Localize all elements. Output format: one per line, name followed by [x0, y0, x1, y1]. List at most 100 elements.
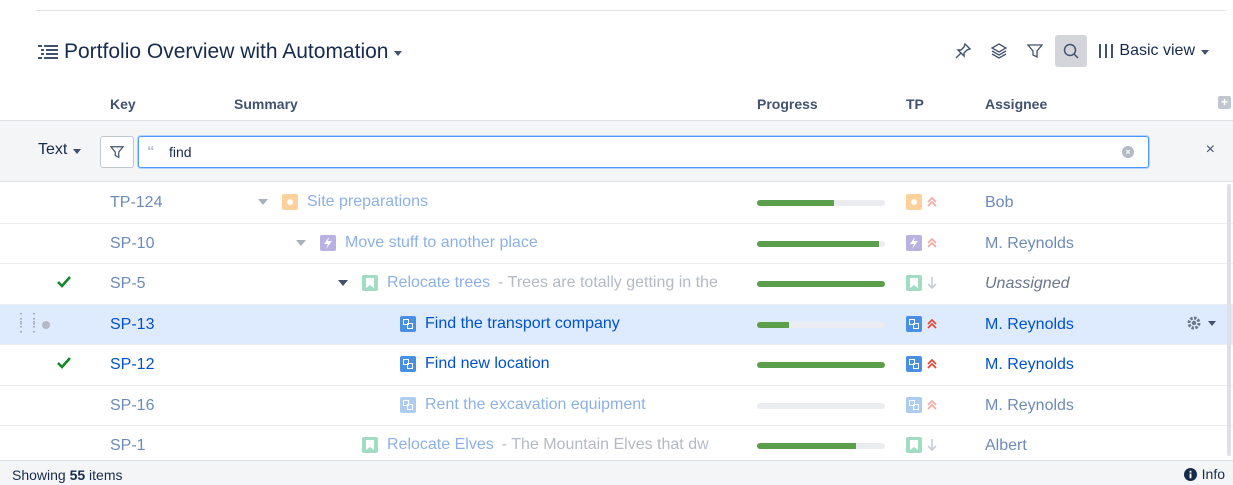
column-header-summary[interactable]: Summary	[234, 96, 298, 112]
assignee-name[interactable]: M. Reynolds	[985, 356, 1074, 374]
progress-fill	[757, 321, 789, 328]
story-type-icon	[906, 437, 922, 453]
quote-icon: “	[147, 143, 155, 160]
story-type-icon	[362, 437, 378, 453]
subtask-type-icon	[400, 315, 416, 332]
filter-type-dropdown[interactable]: Text	[38, 141, 82, 159]
assignee-name[interactable]: M. Reynolds	[985, 397, 1074, 415]
progress-bar	[757, 402, 885, 409]
priority-highest-icon	[927, 237, 937, 248]
assignee-name[interactable]: Bob	[985, 194, 1013, 212]
view-selector[interactable]: Basic view	[1099, 42, 1209, 60]
issue-summary: Relocate trees - Trees are totally getti…	[338, 274, 748, 292]
summary-text[interactable]: Relocate Elves	[387, 436, 494, 454]
summary-description: - The Mountain Elves that dw	[501, 436, 709, 453]
issue-key[interactable]: SP-16	[110, 397, 154, 415]
table-row[interactable]: SP-5 Relocate trees - Trees are totally …	[0, 264, 1233, 305]
column-header-key[interactable]: Key	[110, 96, 136, 112]
issue-key[interactable]: TP-124	[110, 194, 162, 212]
add-column-icon[interactable]: +	[1218, 96, 1231, 109]
progress-fill	[757, 362, 885, 368]
type-priority-cell	[906, 437, 938, 453]
collapse-toggle-icon[interactable]	[296, 239, 306, 246]
issue-key[interactable]: SP-10	[110, 235, 154, 253]
assignee-name[interactable]: M. Reynolds	[985, 235, 1074, 253]
table-row[interactable]: TP-124 Site preparations Bob	[0, 183, 1233, 224]
search-input[interactable]	[169, 141, 1109, 163]
structure-title-dropdown[interactable]: Portfolio Overview with Automation	[38, 40, 403, 64]
story-type-icon	[906, 275, 922, 291]
priority-highest-icon	[927, 196, 937, 207]
filter-mode-button[interactable]	[100, 136, 134, 168]
close-search-button[interactable]: ×	[1206, 141, 1215, 159]
info-label: Info	[1201, 466, 1225, 482]
issue-key[interactable]: SP-5	[110, 275, 146, 293]
assignee-name[interactable]: Albert	[985, 437, 1027, 455]
issue-key[interactable]: SP-13	[110, 316, 154, 334]
issue-summary: Find new location	[400, 355, 550, 373]
status-dot	[42, 320, 50, 329]
search-icon	[1064, 43, 1079, 59]
showing-prefix: Showing	[12, 467, 70, 483]
summary-text[interactable]: Find new location	[425, 355, 550, 373]
issue-summary: Move stuff to another place	[296, 234, 538, 252]
chevron-down-icon	[1208, 321, 1216, 326]
subtask-type-icon	[906, 356, 922, 372]
status-footer: Showing 55 items Info	[0, 460, 1233, 485]
type-priority-cell	[906, 275, 938, 291]
item-count-text: Showing 55 items	[12, 467, 123, 483]
collapse-toggle-icon[interactable]	[338, 280, 348, 286]
type-priority-cell	[906, 194, 938, 210]
progress-bar	[757, 240, 885, 247]
resolved-check-icon	[57, 276, 71, 288]
table-row[interactable]: SP-12 Find new location M. Reynolds	[0, 345, 1233, 386]
layers-button[interactable]	[983, 35, 1015, 67]
page-header: Portfolio Overview with Automation Basic…	[0, 30, 1233, 74]
filter-button[interactable]	[1019, 35, 1051, 67]
summary-text[interactable]: Move stuff to another place	[345, 234, 538, 252]
structure-icon	[38, 45, 58, 59]
column-header-assignee[interactable]: Assignee	[985, 96, 1047, 112]
chevron-down-icon	[394, 50, 403, 56]
progress-fill	[757, 240, 879, 247]
summary-text[interactable]: Relocate trees	[387, 274, 490, 292]
item-count: 55	[69, 467, 86, 483]
top-divider	[36, 10, 1226, 11]
issue-key[interactable]: SP-12	[110, 356, 154, 374]
progress-bar	[757, 281, 885, 287]
drag-handle-icon[interactable]: ⋮⋮ ⋮⋮	[14, 311, 41, 333]
summary-text[interactable]: Find the transport company	[425, 315, 620, 333]
priority-highest-icon	[927, 358, 937, 369]
issue-summary: Relocate Elves - The Mountain Elves that…	[362, 436, 748, 454]
table-row[interactable]: SP-10 Move stuff to another place M. Rey…	[0, 224, 1233, 264]
epic-type-icon	[282, 194, 298, 210]
subtask-type-icon	[400, 356, 416, 372]
type-priority-cell	[906, 356, 938, 372]
issue-key[interactable]: SP-1	[110, 437, 146, 455]
chevron-down-icon	[1201, 49, 1209, 55]
search-field[interactable]: “ ×	[138, 136, 1149, 168]
feature-type-icon	[320, 234, 336, 251]
summary-text[interactable]: Site preparations	[307, 193, 428, 211]
search-button[interactable]	[1055, 35, 1088, 67]
issue-table: TP-124 Site preparations Bob SP-10 Move …	[0, 183, 1233, 467]
assignee-name[interactable]: M. Reynolds	[985, 316, 1074, 334]
column-header-tp[interactable]: TP	[906, 96, 924, 112]
clear-search-icon[interactable]: ×	[1122, 146, 1134, 158]
table-row-selected[interactable]: ⋮⋮ ⋮⋮ SP-13 Find the transport company M.…	[0, 304, 1233, 345]
type-priority-cell	[906, 234, 938, 251]
vertical-scrollbar[interactable]	[1227, 184, 1231, 456]
assignee-name[interactable]: Unassigned	[985, 275, 1070, 293]
pin-button[interactable]	[947, 35, 979, 67]
row-actions-menu[interactable]	[1186, 315, 1216, 331]
layers-icon	[991, 43, 1008, 59]
resolved-check-icon	[57, 357, 71, 369]
collapse-toggle-icon[interactable]	[258, 199, 268, 205]
info-button[interactable]: Info	[1183, 466, 1225, 482]
pin-icon	[955, 42, 972, 59]
subtask-type-icon	[400, 396, 416, 413]
filter-icon	[1027, 44, 1044, 59]
table-row[interactable]: SP-16 Rent the excavation equipment M. R…	[0, 386, 1233, 426]
column-header-progress[interactable]: Progress	[757, 96, 818, 112]
summary-text[interactable]: Rent the excavation equipment	[425, 396, 646, 414]
